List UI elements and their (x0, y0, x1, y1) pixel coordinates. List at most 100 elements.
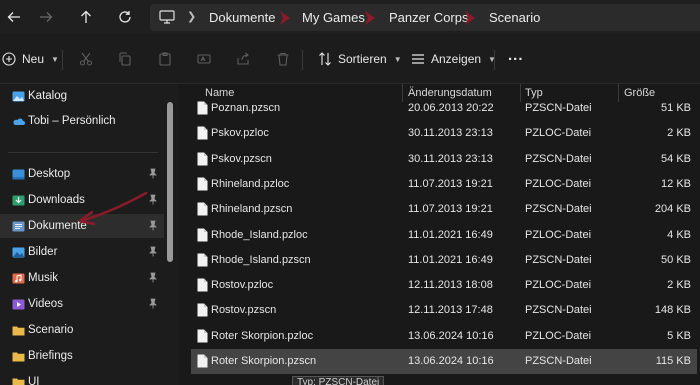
onedrive-icon (13, 118, 25, 125)
file-size: 5 KB (667, 329, 691, 342)
file-name: Pskov.pzloc (211, 127, 269, 140)
sidebar-item-videos[interactable]: Videos (0, 292, 164, 316)
file-row[interactable]: Roter Skorpion.pzloc 13.06.2024 10:16 PZLO… (191, 324, 697, 349)
copy-icon[interactable] (118, 48, 132, 70)
more-options-button[interactable]: ... (508, 44, 524, 66)
music-folder-icon (12, 273, 25, 283)
pictures-folder-icon (12, 247, 25, 257)
file-row[interactable]: Rostov.pzloc 12.11.2013 18:08 PZLOC-Datei 2… (191, 273, 697, 298)
folder-icon (12, 378, 25, 385)
file-icon (197, 126, 208, 140)
file-type: PZLOC-Datei (525, 228, 592, 241)
view-button-label: Anzeigen (431, 52, 482, 66)
file-size: 54 KB (661, 152, 691, 165)
sidebar-item-briefings[interactable]: Briefings (0, 344, 164, 368)
file-date: 11.07.2013 19:21 (408, 203, 493, 216)
sidebar-item-musik[interactable]: Musik (0, 266, 164, 290)
share-icon[interactable] (236, 48, 250, 70)
sidebar-item-bilder[interactable]: Bilder (0, 240, 164, 264)
sidebar-item-label: Musik (28, 272, 59, 284)
folder-icon (12, 352, 25, 361)
file-icon (197, 152, 208, 166)
view-icon (412, 54, 424, 64)
file-type: PZSCN-Datei (525, 355, 592, 367)
computer-icon (159, 10, 175, 27)
sidebar-item-katalog[interactable]: Katalog (0, 84, 164, 108)
annotation-chevron-icon (465, 11, 475, 25)
sort-button[interactable]: Sortieren ▼ (318, 48, 402, 70)
breadcrumb-separator: ❯ (187, 11, 197, 23)
delete-icon[interactable] (276, 48, 290, 70)
sort-button-label: Sortieren (338, 52, 387, 66)
file-icon (197, 228, 208, 241)
sidebar-item-scenario[interactable]: Scenario (0, 318, 164, 342)
plus-circle-icon (2, 52, 16, 66)
pin-icon[interactable] (148, 272, 158, 283)
new-button[interactable]: Neu ▼ (2, 48, 59, 70)
file-name: Rhineland.pzscn (211, 203, 293, 216)
sidebar-item-label: Briefings (28, 350, 73, 362)
file-icon (197, 177, 208, 191)
pin-icon[interactable] (148, 246, 158, 257)
back-arrow-icon[interactable] (2, 6, 26, 28)
paste-icon[interactable] (158, 48, 172, 70)
desktop-folder-icon (12, 169, 25, 179)
sidebar-item-label: Scenario (28, 324, 74, 336)
file-date: 13.06.2024 10:16 (408, 355, 494, 367)
up-arrow-icon[interactable] (74, 6, 98, 28)
file-row[interactable]: Rhineland.pzscn 11.07.2013 19:21 PZSCN-Dat… (191, 197, 697, 222)
rename-icon[interactable] (197, 48, 211, 70)
forward-arrow-icon[interactable] (34, 6, 58, 28)
file-icon (197, 202, 208, 216)
breadcrumb-item[interactable]: Dokumente (209, 4, 275, 31)
gallery-icon (12, 91, 25, 101)
file-row[interactable]: Rhode_Island.pzloc 11.01.2021 16:49 PZLOC-… (191, 223, 697, 248)
file-row[interactable]: Rostov.pzscn 12.11.2013 17:48 PZSCN-Datei 1… (191, 298, 697, 323)
file-row[interactable]: Rhode_Island.pzscn 11.01.2021 16:49 PZSCN-… (191, 248, 697, 273)
file-type: PZLOC-Datei (525, 329, 592, 342)
breadcrumb-item[interactable]: Panzer Corps (389, 4, 468, 31)
file-size: 204 KB (654, 203, 691, 216)
view-button[interactable]: Anzeigen ▼ (411, 48, 496, 70)
sidebar-scrollbar[interactable] (167, 102, 173, 262)
sidebar-item-desktop[interactable]: Desktop (0, 162, 164, 186)
file-list: Name Änderungsdatum Typ Größe Poznan.pzs… (178, 84, 700, 385)
file-name: Rostov.pzloc (211, 279, 274, 292)
sidebar-item-label: Videos (28, 298, 63, 310)
file-type: PZLOC-Datei (525, 127, 592, 140)
file-row[interactable]: Rhineland.pzloc 11.07.2013 19:21 PZLOC-Dat… (191, 172, 697, 197)
file-row[interactable]: Pskov.pzloc 30.11.2013 23:13 PZLOC-Datei 2 … (191, 121, 697, 146)
file-date: 12.11.2013 18:08 (408, 279, 493, 292)
file-row[interactable]: Pskov.pzscn 30.11.2013 23:13 PZSCN-Datei 54… (191, 147, 697, 172)
pin-icon[interactable] (148, 168, 158, 179)
file-name: Rhode_Island.pzloc (211, 228, 308, 241)
breadcrumb-item[interactable]: Scenario (489, 4, 540, 31)
file-date: 20.06.2013 20:22 (408, 102, 494, 114)
file-row[interactable]: Poznan.pzscn 20.06.2013 20:22 PZSCN-Datei 5… (191, 96, 697, 121)
file-name: Pskov.pzscn (211, 152, 272, 165)
file-name: Rhineland.pzloc (211, 177, 290, 190)
file-size: 115 KB (655, 355, 691, 367)
sidebar-item-onedrive[interactable]: Tobi – Persönlich (0, 109, 164, 133)
cut-icon[interactable] (79, 48, 93, 70)
breadcrumb-item[interactable]: My Games (302, 4, 365, 31)
file-icon (197, 101, 208, 115)
file-size: 12 KB (661, 177, 691, 190)
file-name: Poznan.pzscn (211, 102, 281, 114)
sidebar-item-ui[interactable]: UI (0, 370, 164, 385)
address-row: ❯ Dokumente My Games Panzer Corps Scenar… (0, 0, 700, 34)
sidebar-item-label: Bilder (28, 246, 58, 258)
file-date: 12.11.2013 17:48 (408, 304, 493, 317)
file-row[interactable]: Roter Skorpion.pzscn 13.06.2024 10:16 PZSC… (191, 349, 697, 374)
refresh-icon[interactable] (113, 6, 137, 28)
file-name: Roter Skorpion.pzscn (211, 355, 317, 367)
sidebar-item-label: UI (28, 376, 40, 385)
divider (494, 50, 495, 70)
pin-icon[interactable] (148, 298, 158, 309)
address-bar[interactable]: ❯ Dokumente My Games Panzer Corps Scenar… (150, 4, 700, 31)
file-type: PZLOC-Datei (525, 279, 592, 292)
file-icon (197, 354, 208, 368)
file-type: PZSCN-Datei (525, 304, 592, 317)
file-icon (197, 278, 208, 292)
file-size: 2 KB (667, 127, 691, 140)
